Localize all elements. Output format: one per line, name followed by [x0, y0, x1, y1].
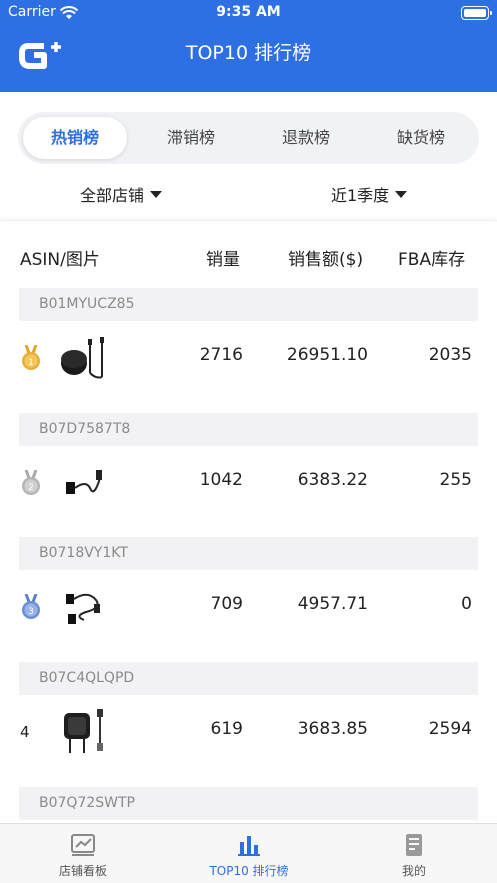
sales-value: 709	[210, 594, 243, 614]
amount-value: 6383.22	[297, 470, 368, 490]
column-header-amount: 销售额($)	[288, 250, 364, 270]
tab-top10-ranking-label: TOP10 排行榜	[209, 864, 289, 878]
store-filter-label: 全部店铺	[80, 186, 145, 205]
clock: 9:35 AM	[216, 4, 281, 20]
period-filter-label: 近1季度	[331, 186, 390, 205]
column-header-asin: ASIN/图片	[20, 250, 100, 270]
bronze-medal-icon: 3	[22, 594, 40, 619]
page-title: TOP10 排行榜	[185, 42, 312, 64]
app-header: Carrier 9:35 AM TOP10 排行榜	[0, 0, 497, 92]
rank-number: 4	[20, 723, 30, 741]
table-row[interactable]: 1 2716 26951.10 2035	[0, 321, 497, 413]
ranking-tabs: 热销榜 滞销榜 退款榜 缺货榜	[18, 112, 479, 164]
store-filter[interactable]: 全部店铺	[80, 182, 163, 206]
sales-value: 1042	[199, 470, 243, 490]
tab-top10-ranking[interactable]: TOP10 排行榜	[194, 832, 304, 879]
table-row[interactable]: 4 619 3683.85 2594	[0, 695, 497, 787]
charger-thumbnail[interactable]	[56, 333, 112, 383]
table-row[interactable]: 3 709 4957.71 0	[0, 570, 497, 662]
fba-value: 2594	[428, 719, 472, 739]
asin-label: B07D7587T8	[19, 413, 478, 446]
period-filter[interactable]: 近1季度	[331, 182, 408, 206]
tab-store-dashboard[interactable]: 店铺看板	[28, 832, 138, 879]
chart-icon	[71, 834, 95, 856]
battery-icon	[461, 6, 492, 20]
tab-profile[interactable]: 我的	[359, 832, 469, 879]
amount-value: 4957.71	[297, 594, 368, 614]
caret-down-icon	[150, 190, 163, 198]
sales-value: 2716	[199, 345, 243, 365]
bottom-tab-bar: 店铺看板 TOP10 排行榜 我的	[0, 823, 497, 883]
ranking-table: ASIN/图片 销量 销售额($) FBA库存 B01MYUCZ85 1 271…	[0, 220, 497, 823]
dual-charger-thumbnail[interactable]	[56, 582, 112, 632]
rank-number: 3	[28, 607, 34, 617]
bar-chart-icon	[238, 836, 260, 856]
asin-label: B07Q72SWTP	[19, 787, 478, 820]
amount-value: 3683.85	[297, 719, 368, 739]
asin-label: B01MYUCZ85	[19, 288, 478, 321]
tab-profile-label: 我的	[401, 864, 426, 878]
profile-icon	[406, 834, 422, 856]
fba-value: 255	[439, 470, 472, 490]
filter-bar: 全部店铺 近1季度	[0, 182, 497, 206]
charger-cable-thumbnail[interactable]	[56, 458, 112, 508]
fba-value: 0	[461, 594, 472, 614]
caret-down-icon	[395, 190, 408, 198]
rank-number: 2	[28, 483, 34, 493]
tab-store-dashboard-label: 店铺看板	[58, 864, 107, 878]
tab-hot-selling[interactable]: 热销榜	[23, 117, 127, 159]
gold-medal-icon: 1	[22, 345, 40, 370]
tab-refund[interactable]: 退款榜	[254, 117, 358, 159]
column-header-fba: FBA库存	[398, 250, 466, 270]
asin-label: B07C4QLQPD	[19, 662, 478, 695]
tab-slow-selling[interactable]: 滞销榜	[139, 117, 243, 159]
rank-number: 1	[28, 358, 34, 368]
table-row[interactable]: 2 1042 6383.22 255	[0, 446, 497, 538]
column-header-sales: 销量	[206, 250, 240, 270]
watch-charger-thumbnail[interactable]	[56, 707, 112, 757]
amount-value: 26951.10	[286, 345, 368, 365]
sales-value: 619	[210, 719, 243, 739]
fba-value: 2035	[428, 345, 472, 365]
main-content: 热销榜 滞销榜 退款榜 缺货榜 全部店铺 近1季度 ASIN/图片 销量 销售额…	[0, 92, 497, 823]
silver-medal-icon: 2	[22, 470, 40, 495]
status-bar: Carrier 9:35 AM	[0, 4, 497, 24]
tab-out-of-stock[interactable]: 缺货榜	[369, 117, 473, 159]
asin-label: B0718VY1KT	[19, 537, 478, 570]
